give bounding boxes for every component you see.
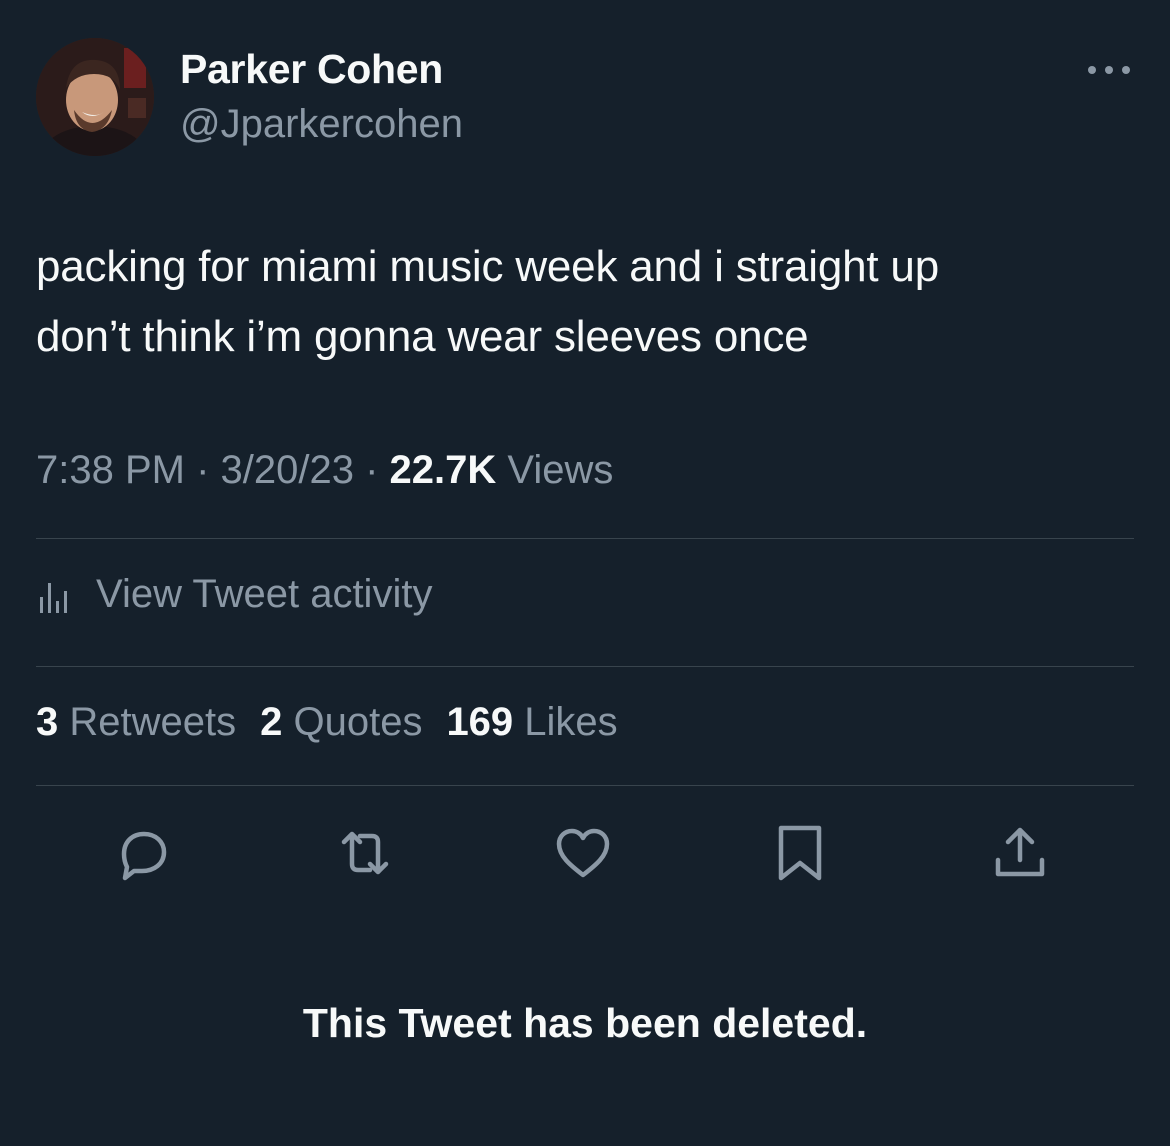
retweet-icon: [341, 831, 389, 875]
author-handle[interactable]: @Jparkercohen: [180, 102, 463, 147]
quotes-count: 2: [260, 700, 283, 744]
tweet-text: packing for miami music week and i strai…: [36, 232, 1136, 372]
tweet-meta: 7:38 PM · 3/20/23 · 22.7K Views: [36, 448, 613, 493]
view-tweet-activity-button[interactable]: View Tweet activity: [36, 572, 432, 617]
bookmark-icon: [778, 825, 822, 881]
retweets-stat[interactable]: 3 Retweets: [36, 700, 236, 745]
views-count: 22.7K: [389, 448, 497, 492]
retweets-label: Retweets: [58, 700, 237, 744]
share-icon: [995, 827, 1045, 877]
bar-chart-icon: [40, 582, 67, 613]
more-options-button[interactable]: [1084, 56, 1134, 86]
view-tweet-activity-label: View Tweet activity: [96, 572, 433, 616]
tweet-text-line: don’t think i’m gonna wear sleeves once: [36, 312, 809, 361]
retweet-button[interactable]: [332, 820, 398, 886]
views-label: Views: [496, 448, 614, 492]
likes-count: 169: [446, 700, 514, 744]
separator: ·: [184, 448, 221, 492]
more-horizontal-icon: [1088, 66, 1130, 74]
reply-button[interactable]: [110, 820, 176, 886]
share-button[interactable]: [987, 820, 1053, 886]
avatar[interactable]: [36, 38, 154, 156]
deleted-notice: This Tweet has been deleted.: [302, 1000, 868, 1046]
separator: ·: [353, 448, 390, 492]
reply-icon: [121, 831, 167, 881]
tweet-date[interactable]: 3/20/23: [221, 448, 354, 492]
tweet-time[interactable]: 7:38 PM: [36, 448, 185, 492]
author-name[interactable]: Parker Cohen: [180, 46, 443, 93]
quotes-stat[interactable]: 2 Quotes: [260, 700, 422, 745]
quotes-label: Quotes: [282, 700, 423, 744]
likes-stat[interactable]: 169 Likes: [446, 700, 617, 745]
engagement-stats: 3 Retweets 2 Quotes 169 Likes: [36, 700, 618, 745]
divider: [36, 666, 1134, 667]
bookmark-button[interactable]: [767, 820, 833, 886]
avatar-photo-icon: [36, 38, 154, 156]
like-button[interactable]: [550, 820, 616, 886]
divider: [36, 785, 1134, 786]
like-icon: [556, 828, 610, 878]
retweets-count: 3: [36, 700, 59, 744]
likes-label: Likes: [513, 700, 618, 744]
tweet-text-line: packing for miami music week and i strai…: [36, 242, 939, 291]
divider: [36, 538, 1134, 539]
